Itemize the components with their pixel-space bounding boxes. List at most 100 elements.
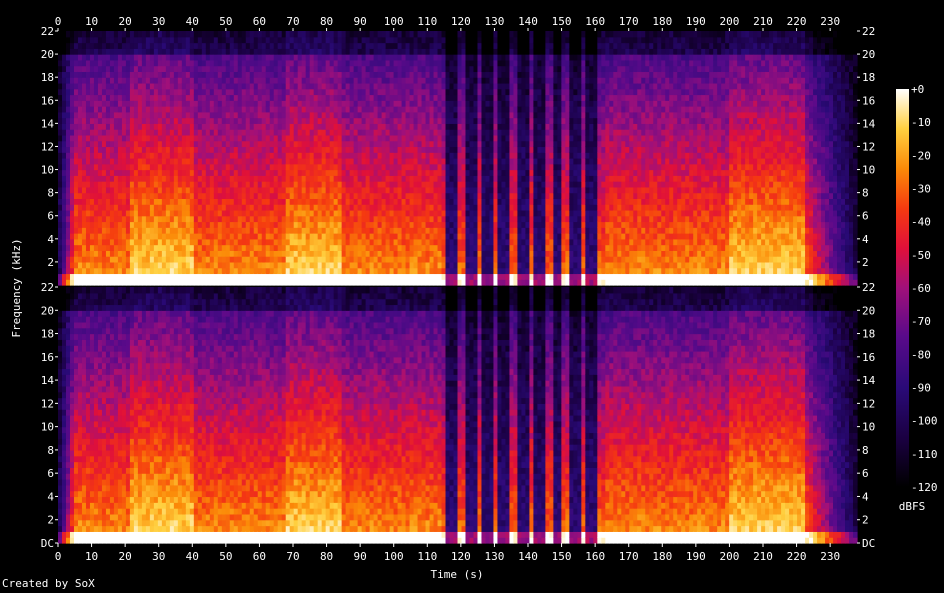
heatmap-cell: [386, 77, 391, 83]
heatmap-cell: [422, 123, 427, 129]
heatmap-cell: [214, 193, 219, 199]
heatmap-cell: [178, 112, 183, 118]
heatmap-cell: [485, 262, 490, 268]
heatmap-cell: [477, 60, 482, 66]
heatmap-cell: [94, 204, 99, 210]
heatmap-cell: [250, 158, 255, 164]
heatmap-cell: [58, 164, 63, 170]
heatmap-cell: [454, 129, 459, 135]
heatmap-cell: [386, 233, 391, 239]
heatmap-cell: [442, 54, 447, 60]
heatmap-cell: [426, 95, 431, 101]
heatmap-cell: [438, 250, 443, 256]
heatmap-cell: [322, 273, 327, 279]
heatmap-cell: [202, 77, 207, 83]
heatmap-cell: [394, 175, 399, 181]
heatmap-cell: [314, 43, 319, 49]
heatmap-cell: [454, 250, 459, 256]
heatmap-cell: [366, 245, 371, 251]
heatmap-cell: [374, 164, 379, 170]
heatmap-cell: [378, 239, 383, 245]
heatmap-cell: [70, 239, 75, 245]
heatmap-cell: [202, 187, 207, 193]
heatmap-cell: [390, 204, 395, 210]
heatmap-cell: [234, 112, 239, 118]
heatmap-cell: [174, 262, 179, 268]
heatmap-cell: [194, 48, 199, 54]
heatmap-cell: [378, 60, 383, 66]
heatmap-cell: [70, 273, 75, 279]
heatmap-cell: [154, 245, 159, 251]
heatmap-cell: [166, 37, 171, 43]
heatmap-cell: [465, 118, 470, 124]
heatmap-cell: [62, 141, 67, 147]
heatmap-cell: [174, 37, 179, 43]
heatmap-cell: [390, 158, 395, 164]
heatmap-cell: [182, 193, 187, 199]
heatmap-cell: [489, 233, 494, 239]
heatmap-cell: [210, 123, 215, 129]
heatmap-cell: [382, 48, 387, 54]
heatmap-cell: [454, 256, 459, 262]
heatmap-cell: [214, 181, 219, 187]
heatmap-cell: [142, 239, 147, 245]
heatmap-cell: [334, 77, 339, 83]
heatmap-cell: [158, 158, 163, 164]
heatmap-cell: [406, 83, 411, 89]
heatmap-cell: [306, 239, 311, 245]
heatmap-cell: [118, 112, 123, 118]
heatmap-cell: [70, 227, 75, 233]
heatmap-cell: [234, 187, 239, 193]
heatmap-cell: [270, 256, 275, 262]
heatmap-cell: [78, 54, 83, 60]
heatmap-cell: [434, 31, 439, 37]
heatmap-cell: [206, 71, 211, 77]
heatmap-cell: [186, 54, 191, 60]
heatmap-cell: [410, 43, 415, 49]
heatmap-cell: [382, 222, 387, 228]
heatmap-cell: [142, 204, 147, 210]
heatmap-cell: [426, 210, 431, 216]
heatmap-cell: [493, 146, 498, 152]
heatmap-cell: [106, 158, 111, 164]
heatmap-cell: [454, 170, 459, 176]
heatmap-cell: [370, 158, 375, 164]
heatmap-cell: [306, 48, 311, 54]
heatmap-cell: [238, 43, 243, 49]
heatmap-cell: [402, 43, 407, 49]
heatmap-cell: [509, 279, 514, 285]
heatmap-cell: [250, 279, 255, 285]
heatmap-cell: [198, 152, 203, 158]
heatmap-cell: [266, 43, 271, 49]
heatmap-cell: [326, 118, 331, 124]
heatmap-cell: [74, 71, 79, 77]
heatmap-cell: [70, 204, 75, 210]
heatmap-cell: [206, 250, 211, 256]
heatmap-cell: [294, 273, 299, 279]
heatmap-cell: [138, 210, 143, 216]
heatmap-cell: [166, 31, 171, 37]
heatmap-cell: [94, 239, 99, 245]
heatmap-cell: [402, 268, 407, 274]
heatmap-cell: [94, 100, 99, 106]
heatmap-cell: [262, 48, 267, 54]
heatmap-cell: [505, 187, 510, 193]
heatmap-cell: [294, 123, 299, 129]
heatmap-cell: [158, 43, 163, 49]
heatmap-cell: [98, 83, 103, 89]
heatmap-cell: [342, 256, 347, 262]
heatmap-cell: [110, 37, 115, 43]
heatmap-cell: [130, 152, 135, 158]
heatmap-cell: [230, 60, 235, 66]
heatmap-cell: [497, 175, 502, 181]
heatmap-cell: [130, 193, 135, 199]
heatmap-cell: [226, 31, 231, 37]
heatmap-cell: [210, 158, 215, 164]
heatmap-cell: [462, 164, 467, 170]
heatmap-cell: [202, 66, 207, 72]
heatmap-cell: [182, 262, 187, 268]
heatmap-cell: [330, 123, 335, 129]
heatmap-cell: [338, 112, 343, 118]
heatmap-cell: [202, 83, 207, 89]
heatmap-cell: [82, 135, 87, 141]
